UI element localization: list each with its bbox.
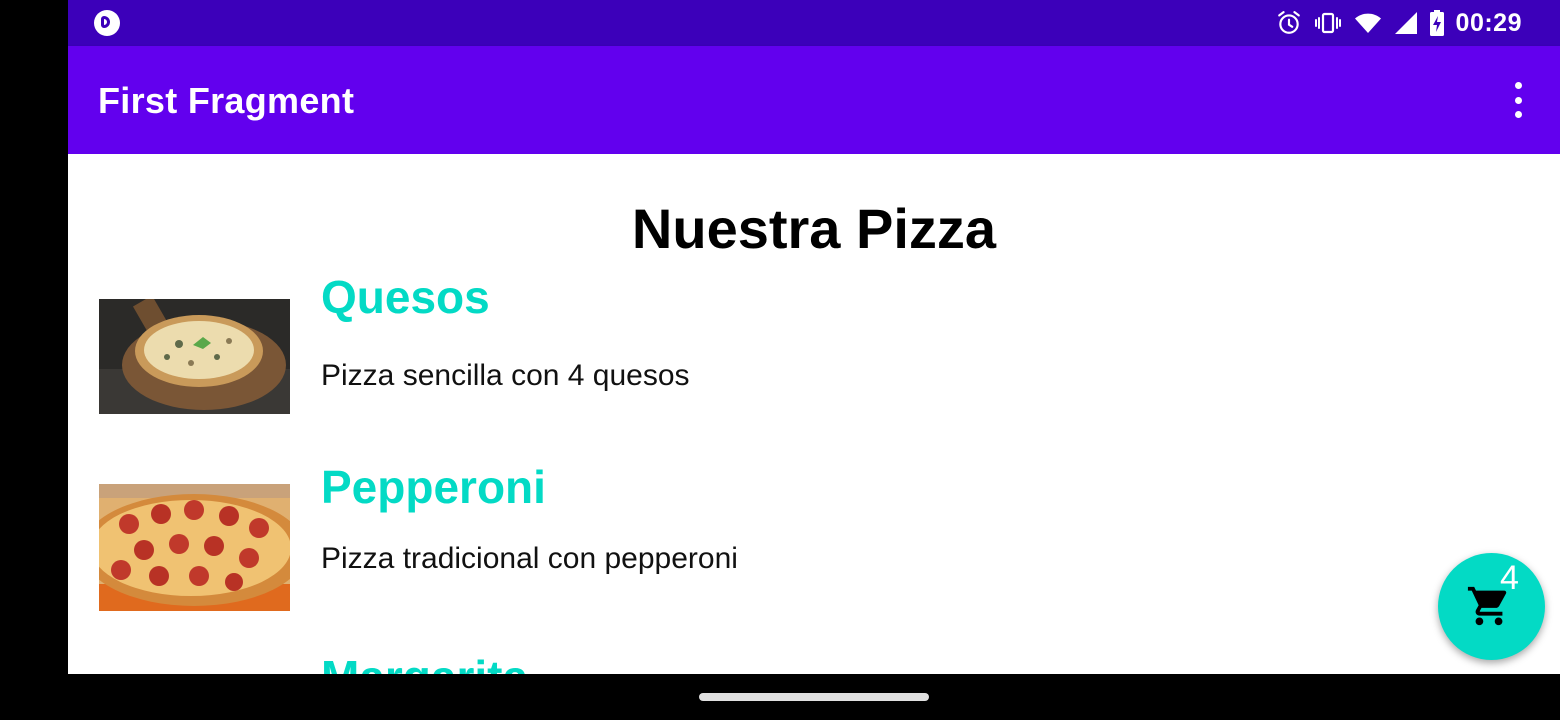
- pepperoni-pizza-photo: [99, 484, 290, 611]
- app-notification-icon: [94, 10, 120, 36]
- app-bar: First Fragment: [68, 46, 1560, 154]
- status-icons: 00:29: [1276, 6, 1522, 40]
- home-gesture-pill[interactable]: [699, 693, 929, 701]
- app-bar-title: First Fragment: [98, 80, 355, 121]
- vibrate-icon: [1314, 12, 1341, 34]
- overflow-dot: [1514, 96, 1522, 104]
- overflow-dot: [1514, 111, 1522, 118]
- item-description: Pizza tradicional con pepperoni: [321, 542, 738, 575]
- cart-count-badge: 4: [1500, 559, 1519, 597]
- item-name: Pepperoni: [321, 461, 546, 513]
- navigation-bar: [68, 674, 1560, 720]
- page-heading: Nuestra Pizza: [631, 197, 997, 260]
- status-time: 00:29: [1455, 8, 1522, 37]
- quesos-pizza-image: [99, 299, 290, 414]
- item-name: Margarita: [321, 650, 528, 674]
- wifi-icon: [1354, 13, 1381, 33]
- status-bar: 00:29: [68, 0, 1560, 46]
- cart-fab-button[interactable]: 4: [1438, 553, 1545, 660]
- alarm-icon: [1277, 11, 1300, 34]
- signal-icon: [1394, 12, 1417, 34]
- four-cheese-pizza-photo: [99, 299, 290, 414]
- pepperoni-pizza-image: [99, 484, 290, 611]
- pizza-list: Nuestra Pizza Quesos Pizza sencilla con …: [68, 154, 1560, 674]
- more-vert-icon[interactable]: [1506, 82, 1530, 118]
- overflow-dot: [1514, 82, 1522, 89]
- battery-charging-icon: [1429, 10, 1444, 36]
- item-description: Pizza sencilla con 4 quesos: [321, 359, 690, 392]
- item-name: Quesos: [321, 271, 490, 323]
- left-system-area: [0, 0, 68, 720]
